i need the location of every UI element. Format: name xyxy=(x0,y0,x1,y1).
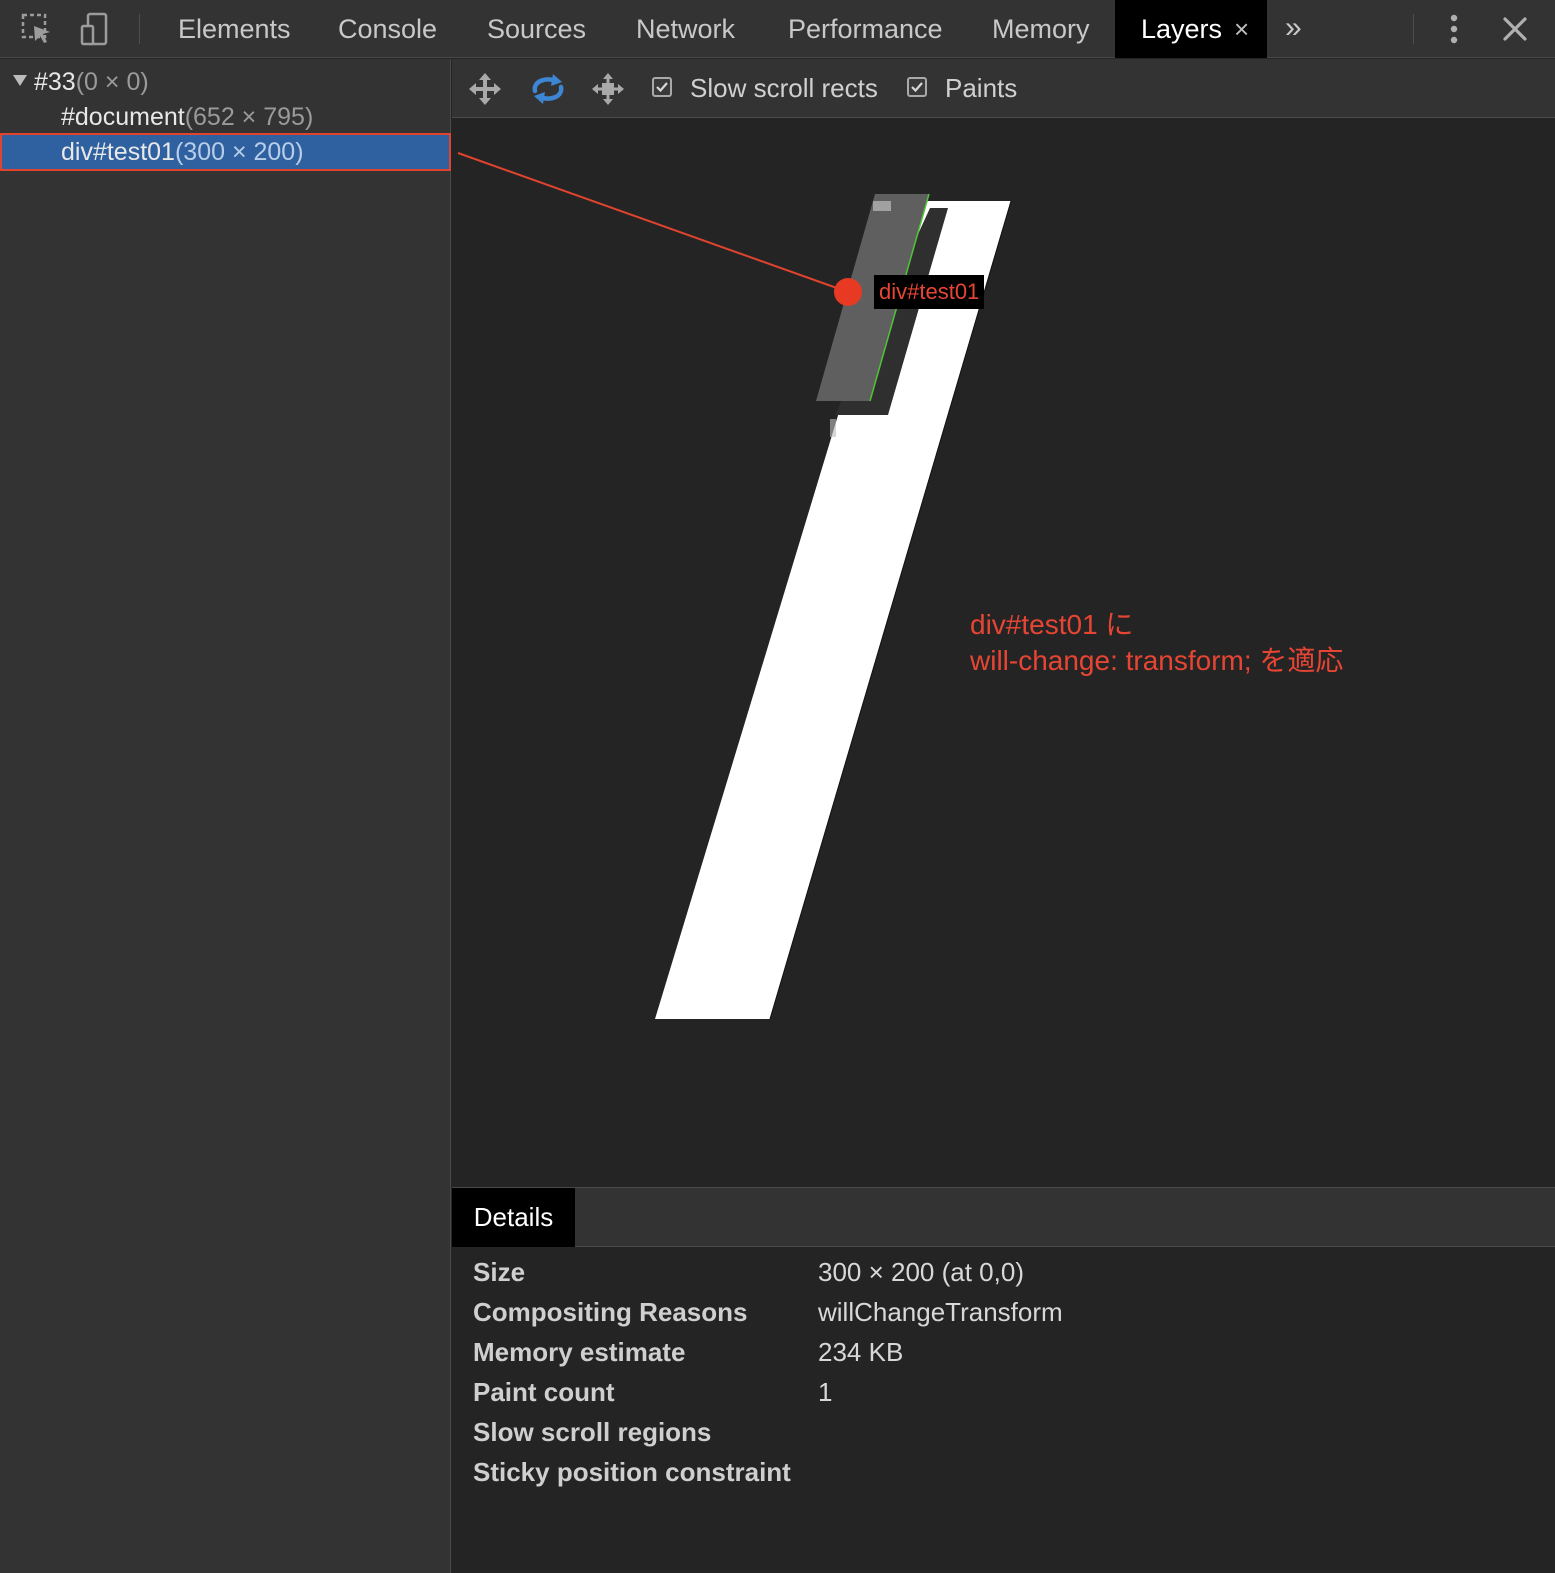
annotation-line-1: div#test01 に xyxy=(970,609,1134,640)
tab-network[interactable]: Network xyxy=(636,0,735,58)
close-icon[interactable] xyxy=(1496,10,1534,48)
layers-toolbar: Slow scroll rects Paints xyxy=(452,59,1555,118)
layer-content-thumbnail xyxy=(830,419,836,437)
tree-item-dims: (0 × 0) xyxy=(75,68,149,96)
detail-row-sticky-position-constraint: Sticky position constraint xyxy=(473,1452,818,1492)
tab-console[interactable]: Console xyxy=(338,0,437,58)
detail-key: Compositing Reasons xyxy=(473,1297,748,1327)
annotation-text: div#test01 に will-change: transform; を適応 xyxy=(970,607,1343,679)
details-tab-bar: Details xyxy=(452,1188,1555,1247)
tab-sources[interactable]: Sources xyxy=(487,0,586,58)
detail-value: 234 KB xyxy=(818,1337,904,1367)
tab-elements[interactable]: Elements xyxy=(178,0,291,58)
checkmark-icon xyxy=(911,82,923,93)
tree-item-name: #document xyxy=(61,103,185,131)
pan-mode-icon[interactable] xyxy=(465,69,505,109)
paints-label[interactable]: Paints xyxy=(945,59,1017,118)
detail-key: Memory estimate xyxy=(473,1337,686,1367)
detail-row-slow-scroll-regions: Slow scroll regions xyxy=(473,1412,818,1452)
paints-checkbox[interactable] xyxy=(907,77,927,97)
detail-key: Paint count xyxy=(473,1377,615,1407)
device-toolbar-icon[interactable] xyxy=(76,10,114,48)
detail-row-memory-estimate: Memory estimate 234 KB xyxy=(473,1332,903,1372)
tree-item-div-test01[interactable]: div#test01(300 × 200) xyxy=(0,133,451,171)
reset-transform-icon[interactable] xyxy=(588,69,628,109)
tree-item-root[interactable]: #33(0 × 0) xyxy=(0,63,451,101)
detail-key: Sticky position constraint xyxy=(473,1457,791,1487)
layer-content-thumbnail xyxy=(873,201,891,211)
detail-key: Size xyxy=(473,1257,526,1287)
slow-scroll-rects-checkbox[interactable] xyxy=(652,77,672,97)
more-tabs-icon[interactable]: » xyxy=(1285,0,1302,58)
tree-item-name: #33 xyxy=(34,68,76,96)
document-layer[interactable] xyxy=(655,201,1011,1019)
kebab-menu-icon[interactable] xyxy=(1435,10,1473,48)
rotate-mode-icon[interactable] xyxy=(528,69,568,109)
selection-marker xyxy=(834,278,862,306)
tab-performance[interactable]: Performance xyxy=(788,0,943,58)
layer-hover-label: div#test01 xyxy=(874,275,985,309)
detail-row-size: Size 300 × 200 (at 0,0) xyxy=(473,1252,1024,1292)
checkmark-icon xyxy=(656,82,668,93)
slow-scroll-rects-label[interactable]: Slow scroll rects xyxy=(690,59,878,118)
detail-key: Slow scroll regions xyxy=(473,1417,712,1447)
annotation-line-2: will-change: transform; を適応 xyxy=(970,645,1344,676)
toolbar-divider xyxy=(139,14,140,44)
inspect-element-icon[interactable] xyxy=(18,10,56,48)
tab-close-icon[interactable]: × xyxy=(1234,0,1249,58)
layers-3d-viewport[interactable]: div#test01 div#test01 に will-change: tra… xyxy=(452,119,1555,1187)
details-panel: Details Size 300 × 200 (at 0,0) Compositi… xyxy=(452,1187,1555,1573)
tab-details[interactable]: Details xyxy=(452,1188,575,1247)
tree-item-dims: (652 × 795) xyxy=(184,103,314,131)
selection-connector-line xyxy=(457,152,849,293)
tree-item-dims: (300 × 200) xyxy=(174,138,304,166)
toolbar-divider xyxy=(1413,14,1414,44)
expand-triangle-icon[interactable] xyxy=(13,75,27,86)
tab-memory[interactable]: Memory xyxy=(992,0,1090,58)
devtools-toolbar: Elements Console Sources Network Perform… xyxy=(0,0,1555,58)
tree-item-document[interactable]: #document(652 × 795) xyxy=(0,98,451,136)
detail-value: 300 × 200 (at 0,0) xyxy=(818,1257,1024,1287)
detail-value: willChangeTransform xyxy=(818,1297,1063,1327)
detail-value: 1 xyxy=(818,1377,833,1407)
detail-row-compositing-reasons: Compositing Reasons willChangeTransform xyxy=(473,1292,1063,1332)
tree-item-name: div#test01 xyxy=(61,138,175,166)
detail-row-paint-count: Paint count 1 xyxy=(473,1372,832,1412)
tab-layers-label: Layers xyxy=(1141,14,1223,44)
tab-layers[interactable]: Layers × xyxy=(1115,0,1267,58)
layer-tree: #33(0 × 0) #document(652 × 795) div#test… xyxy=(0,59,451,1573)
